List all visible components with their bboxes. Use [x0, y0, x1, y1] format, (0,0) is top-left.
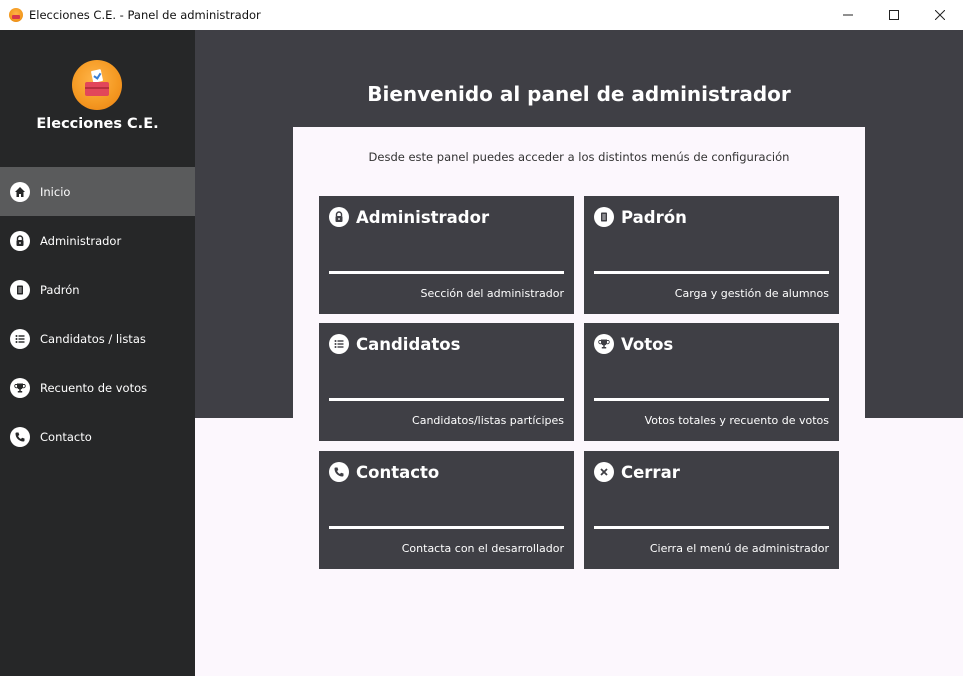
title-bar: Elecciones C.E. - Panel de administrador: [0, 0, 963, 30]
card-title: Votos: [621, 334, 674, 354]
document-icon: [10, 279, 30, 300]
trophy-icon: [10, 377, 30, 398]
page-subtitle: Desde este panel puedes acceder a los di…: [368, 150, 790, 164]
card-cerrar[interactable]: Cerrar Cierra el menú de administrador: [584, 451, 839, 569]
minimize-icon: [843, 14, 853, 16]
brand-name: Elecciones C.E.: [36, 116, 159, 132]
close-button[interactable]: [917, 0, 963, 30]
card-description: Carga y gestión de alumnos: [674, 287, 829, 300]
lock-icon: [329, 207, 349, 227]
sidebar-item-label: Candidatos / listas: [40, 331, 146, 346]
trophy-icon: [594, 334, 614, 354]
sidebar-item-label: Recuento de votos: [40, 380, 148, 395]
lock-icon: [10, 230, 30, 251]
close-icon: [935, 10, 945, 20]
app-logo-icon: [9, 8, 23, 22]
sidebar-item-candidatos[interactable]: Candidatos / listas: [0, 314, 195, 363]
card-title: Administrador: [356, 207, 490, 227]
card-description: Cierra el menú de administrador: [649, 542, 829, 555]
list-icon: [10, 328, 30, 349]
sidebar-item-padron[interactable]: Padrón: [0, 265, 195, 314]
card-description: Votos totales y recuento de votos: [644, 414, 829, 427]
sidebar-item-contacto[interactable]: Contacto: [0, 412, 195, 461]
maximize-icon: [889, 10, 899, 20]
card-divider: [594, 398, 829, 401]
sidebar-item-label: Padrón: [40, 282, 80, 297]
card-title: Candidatos: [356, 334, 461, 354]
card-contacto[interactable]: Contacto Contacta con el desarrollador: [319, 451, 574, 569]
card-divider: [329, 398, 564, 401]
close-circle-icon: [594, 462, 614, 482]
list-icon: [329, 334, 349, 354]
card-description: Candidatos/listas partícipes: [412, 414, 564, 427]
main-content: Bienvenido al panel de administrador Des…: [195, 30, 963, 676]
card-divider: [594, 271, 829, 274]
card-candidatos[interactable]: Candidatos Candidatos/listas partícipes: [319, 323, 574, 441]
card-title: Contacto: [356, 462, 440, 482]
window-controls: [825, 0, 963, 30]
phone-icon: [10, 426, 30, 447]
document-icon: [594, 207, 614, 227]
home-icon: [10, 181, 30, 202]
phone-icon: [329, 462, 349, 482]
sidebar-item-label: Contacto: [40, 429, 92, 444]
maximize-button[interactable]: [871, 0, 917, 30]
window-title: Elecciones C.E. - Panel de administrador: [29, 8, 261, 22]
card-padron[interactable]: Padrón Carga y gestión de alumnos: [584, 196, 839, 314]
sidebar-item-recuento[interactable]: Recuento de votos: [0, 363, 195, 412]
card-administrador[interactable]: Administrador Sección del administrador: [319, 196, 574, 314]
card-divider: [329, 526, 564, 529]
card-votos[interactable]: Votos Votos totales y recuento de votos: [584, 323, 839, 441]
minimize-button[interactable]: [825, 0, 871, 30]
card-divider: [329, 271, 564, 274]
sidebar-nav: Inicio Administrador Padrón Candidatos /…: [0, 167, 195, 461]
sidebar-item-administrador[interactable]: Administrador: [0, 216, 195, 265]
sidebar: Elecciones C.E. Inicio Administrador Pad…: [0, 30, 195, 676]
sidebar-item-label: Inicio: [40, 184, 71, 199]
card-description: Sección del administrador: [420, 287, 564, 300]
sidebar-item-label: Administrador: [40, 233, 122, 248]
ballot-box-icon: [72, 60, 122, 110]
card-title: Padrón: [621, 207, 687, 227]
app-window: Elecciones C.E. - Panel de administrador…: [0, 0, 963, 676]
card-divider: [594, 526, 829, 529]
sidebar-item-inicio[interactable]: Inicio: [0, 167, 195, 216]
page-title: Bienvenido al panel de administrador: [367, 82, 791, 106]
card-title: Cerrar: [621, 462, 680, 482]
card-description: Contacta con el desarrollador: [401, 542, 564, 555]
